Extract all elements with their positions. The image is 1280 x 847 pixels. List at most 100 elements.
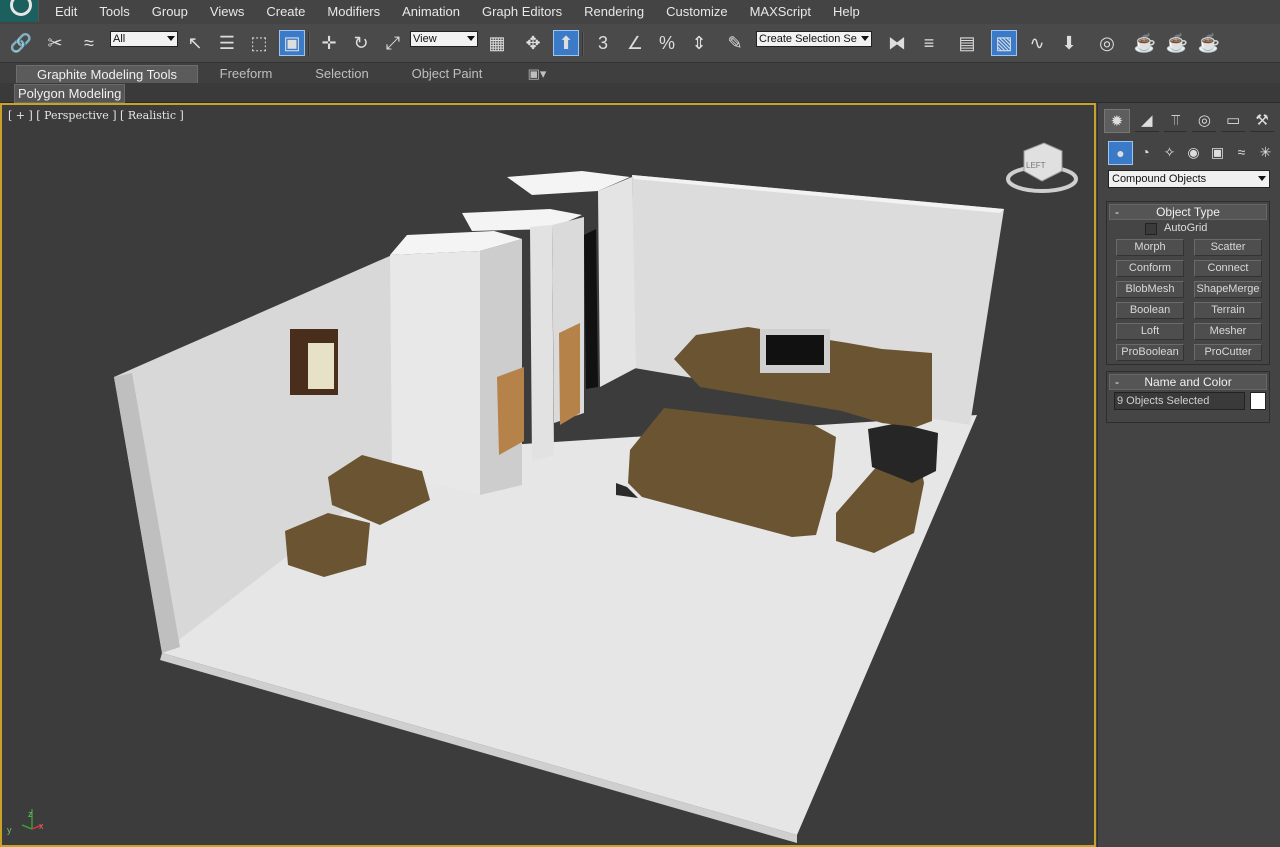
procutter-button[interactable]: ProCutter (1194, 344, 1262, 361)
select-by-name-icon[interactable]: ☰ (214, 30, 240, 56)
select-object-icon[interactable]: ↖ (182, 30, 208, 56)
viewcube-graphic (1006, 142, 1078, 193)
menu-create[interactable]: Create (255, 4, 316, 19)
menu-help[interactable]: Help (822, 4, 871, 19)
closet-column (530, 225, 554, 461)
name-and-color-rollout-header[interactable]: - Name and Color (1109, 374, 1267, 390)
toolbar-divider (582, 32, 584, 56)
material-editor-icon[interactable]: ◎ (1094, 30, 1120, 56)
snaps-toggle-icon[interactable]: 3 (590, 30, 616, 56)
systems-icon[interactable]: ✳ (1254, 141, 1277, 163)
viewcube[interactable]: LEFT (1006, 141, 1078, 199)
menu-customize[interactable]: Customize (655, 4, 738, 19)
conform-button[interactable]: Conform (1116, 260, 1184, 277)
axis-y-label: y (7, 825, 12, 835)
app-logo-icon[interactable] (0, 0, 39, 22)
autogrid-option: AutoGrid (1107, 222, 1269, 236)
geometry-icon[interactable]: ● (1108, 141, 1133, 165)
menu-group[interactable]: Group (141, 4, 199, 19)
tab-freeform[interactable]: Freeform (206, 65, 286, 83)
menu-rendering[interactable]: Rendering (573, 4, 655, 19)
space-warps-icon[interactable]: ≈ (1230, 141, 1253, 163)
object-color-swatch[interactable] (1250, 392, 1266, 410)
mirror-icon[interactable]: ⧓ (884, 30, 910, 56)
select-and-manipulate-icon[interactable]: ✥ (520, 30, 546, 56)
menu-animation[interactable]: Animation (391, 4, 471, 19)
object-type-rollout-header[interactable]: - Object Type (1109, 204, 1267, 220)
helpers-icon[interactable]: ▣ (1206, 141, 1229, 163)
modify-tab-icon[interactable]: ◢ (1134, 109, 1159, 132)
create-tab-icon[interactable]: ✹ (1104, 109, 1130, 133)
boolean-button[interactable]: Boolean (1116, 302, 1184, 319)
lights-icon[interactable]: ✧ (1158, 141, 1181, 163)
morph-button[interactable]: Morph (1116, 239, 1184, 256)
menu-maxscript[interactable]: MAXScript (739, 4, 822, 19)
object-name-field[interactable]: 9 Objects Selected (1114, 392, 1245, 410)
object-category-value: Compound Objects (1112, 173, 1207, 185)
menu-tools[interactable]: Tools (88, 4, 140, 19)
spinner-snap-icon[interactable]: ⇕ (686, 30, 712, 56)
select-and-scale-icon[interactable]: ⤢ (380, 30, 406, 56)
select-and-rotate-icon[interactable]: ↻ (348, 30, 374, 56)
mesher-button[interactable]: Mesher (1194, 323, 1262, 340)
edit-named-selection-icon[interactable]: ✎ (722, 30, 748, 56)
chevron-down-icon (467, 36, 475, 41)
window-crossing-icon[interactable]: ▣ (279, 30, 305, 56)
reference-coordinate-value: View (413, 33, 437, 45)
axis-x-label: x (39, 821, 44, 831)
percent-snap-icon[interactable]: % (654, 30, 680, 56)
motion-tab-icon[interactable]: ◎ (1192, 109, 1217, 132)
autogrid-checkbox[interactable] (1145, 223, 1157, 235)
pivot-center-icon[interactable]: ▦ (484, 30, 510, 56)
axis-y-line (21, 824, 33, 830)
rectangular-selection-icon[interactable]: ⬚ (246, 30, 272, 56)
selection-filter-value: All (113, 33, 126, 45)
rendered-frame-window-icon[interactable]: ☕ (1164, 30, 1190, 56)
select-and-move-icon[interactable]: ✛ (316, 30, 342, 56)
display-tab-icon[interactable]: ▭ (1221, 109, 1246, 132)
closet-block-3 (598, 177, 636, 387)
angle-snap-icon[interactable]: ∠ (622, 30, 648, 56)
align-icon[interactable]: ≡ (916, 30, 942, 56)
layer-manager-icon[interactable]: ▤ (954, 30, 980, 56)
utilities-tab-icon[interactable]: ⚒ (1250, 109, 1274, 132)
selection-filter-dropdown[interactable]: All (110, 31, 178, 47)
blobmesh-button[interactable]: BlobMesh (1116, 281, 1184, 298)
bind-to-space-warp-icon[interactable]: ≈ (76, 30, 102, 56)
terrain-button[interactable]: Terrain (1194, 302, 1262, 319)
reference-coordinate-dropdown[interactable]: View (410, 31, 478, 47)
graphite-tools-toggle-icon[interactable]: ▧ (991, 30, 1017, 56)
unlink-selection-icon[interactable]: ✂ (42, 30, 68, 56)
curve-editor-icon[interactable]: ∿ (1024, 30, 1050, 56)
ribbon-options-icon[interactable]: ▣▾ (520, 65, 554, 83)
object-category-dropdown[interactable]: Compound Objects (1108, 170, 1270, 188)
shapes-icon[interactable]: ◔ (1134, 141, 1157, 163)
render-production-icon[interactable]: ☕ (1196, 30, 1222, 56)
shapemerge-button[interactable]: ShapeMerge (1194, 281, 1262, 298)
tab-object-paint[interactable]: Object Paint (400, 65, 494, 83)
menu-modifiers[interactable]: Modifiers (316, 4, 391, 19)
create-categories: ● ◔ ✧ ◉ ▣ ≈ ✳ (1108, 141, 1277, 165)
named-selection-sets-value: Create Selection Se (759, 33, 857, 45)
keyboard-shortcut-override-icon[interactable]: ⬆ (553, 30, 579, 56)
tab-polygon-modeling[interactable]: Polygon Modeling (14, 84, 126, 103)
loft-button[interactable]: Loft (1116, 323, 1184, 340)
menu-graph-editors[interactable]: Graph Editors (471, 4, 573, 19)
select-and-link-icon[interactable]: 🔗 (8, 30, 34, 56)
tab-graphite-modeling-tools[interactable]: Graphite Modeling Tools (16, 65, 198, 84)
hierarchy-tab-icon[interactable]: ⫪ (1163, 109, 1188, 132)
perspective-viewport[interactable]: [ + ] [ Perspective ] [ Realistic ] LEFT… (0, 103, 1096, 847)
percent-snap-label: % (658, 32, 675, 53)
scatter-button[interactable]: Scatter (1194, 239, 1262, 256)
tab-selection[interactable]: Selection (300, 65, 384, 83)
named-selection-sets-dropdown[interactable]: Create Selection Se (756, 31, 872, 47)
menu-edit[interactable]: Edit (44, 4, 88, 19)
proboolean-button[interactable]: ProBoolean (1116, 344, 1184, 361)
door-2 (559, 323, 580, 425)
connect-button[interactable]: Connect (1194, 260, 1262, 277)
cameras-icon[interactable]: ◉ (1182, 141, 1205, 163)
toolbar-divider (308, 32, 310, 56)
menu-views[interactable]: Views (199, 4, 255, 19)
render-setup-icon[interactable]: ☕ (1132, 30, 1158, 56)
schematic-view-icon[interactable]: ⬇ (1056, 30, 1082, 56)
